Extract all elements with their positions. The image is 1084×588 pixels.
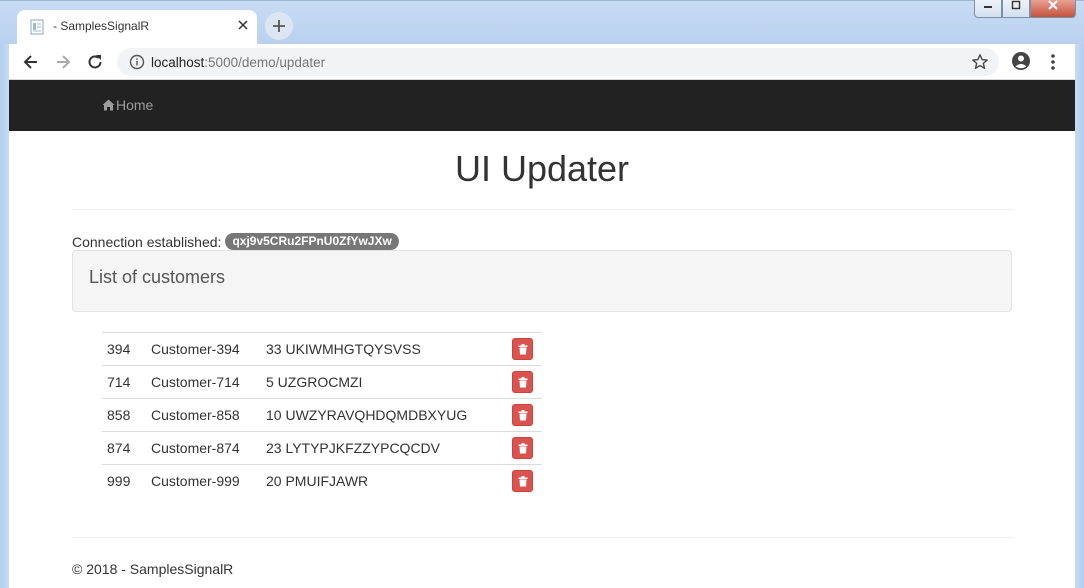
- back-arrow-icon[interactable]: [21, 52, 41, 72]
- home-icon: [102, 99, 115, 111]
- kebab-menu-icon[interactable]: [1045, 52, 1061, 72]
- customer-name: Customer-858: [146, 398, 261, 432]
- browser-tab[interactable]: - SamplesSignalR: [17, 10, 257, 44]
- connection-label: Connection established:: [72, 233, 222, 250]
- maximize-button[interactable]: [1002, 0, 1030, 18]
- star-icon[interactable]: [971, 53, 989, 71]
- page-title: UI Updater: [454, 148, 630, 189]
- customer-detail: 20 PMUIFJAWR: [261, 464, 502, 498]
- window-close-button[interactable]: [1030, 0, 1076, 18]
- delete-button[interactable]: [511, 436, 533, 459]
- nav-home-link[interactable]: Home: [102, 97, 153, 113]
- customer-detail: 5 UZGROCMZI: [261, 365, 502, 399]
- list-heading: List of customers: [89, 267, 226, 287]
- customer-name: Customer-999: [146, 464, 261, 498]
- new-tab-button[interactable]: [265, 12, 293, 40]
- delete-cell: [502, 464, 542, 498]
- maximize-icon: [1011, 0, 1021, 10]
- delete-button[interactable]: [511, 337, 533, 360]
- customer-id: 714: [102, 365, 146, 399]
- delete-cell: [502, 398, 542, 432]
- footer-divider: [72, 537, 1012, 538]
- customer-name: Customer-714: [146, 365, 261, 399]
- table-row: 874 Customer-874 23 LYTYPJKFZZYPCQCDV: [102, 431, 542, 465]
- table-row: 999 Customer-999 20 PMUIFJAWR: [102, 464, 542, 498]
- customer-detail: 10 UWZYRAVQHDQMDBXYUG: [261, 398, 502, 432]
- divider: [72, 209, 1012, 210]
- delete-button[interactable]: [511, 370, 533, 393]
- table-row: 394 Customer-394 33 UKIWMHGTQYSVSS: [102, 332, 542, 366]
- url-host: localhost: [151, 55, 205, 70]
- window-controls: [974, 0, 1076, 18]
- customer-id: 394: [102, 332, 146, 366]
- reload-icon[interactable]: [85, 52, 105, 72]
- trash-icon: [518, 376, 527, 387]
- table-row: 858 Customer-858 10 UWZYRAVQHDQMDBXYUG: [102, 398, 542, 432]
- trash-icon: [518, 343, 527, 354]
- window-frame-left: [0, 44, 9, 588]
- url-text[interactable]: localhost:5000/demo/updater: [151, 55, 325, 70]
- url-path: :5000/demo/updater: [204, 55, 326, 70]
- customers-table: 394 Customer-394 33 UKIWMHGTQYSVSS 714 Custo…: [102, 332, 542, 498]
- connection-status: Connection established: qxj9v5CRu2FPnU0Z…: [72, 233, 399, 250]
- delete-button[interactable]: [511, 469, 533, 492]
- minimize-button[interactable]: [974, 0, 1002, 18]
- customer-detail: 33 UKIWMHGTQYSVSS: [261, 332, 502, 366]
- trash-icon: [518, 475, 527, 487]
- nav-home-label: Home: [116, 97, 154, 113]
- tab-close-button[interactable]: [234, 17, 252, 35]
- customer-detail: 23 LYTYPJKFZZYPCQCDV: [261, 431, 502, 465]
- delete-cell: [502, 365, 542, 399]
- trash-icon: [518, 442, 527, 453]
- site-navbar: Home: [9, 80, 1075, 131]
- delete-cell: [502, 431, 542, 465]
- trash-icon: [518, 409, 527, 420]
- customer-name: Customer-874: [146, 431, 261, 465]
- window-frame-right: [1075, 44, 1084, 588]
- browser-toolbar: localhost:5000/demo/updater: [9, 44, 1075, 80]
- customer-name: Customer-394: [146, 332, 261, 366]
- customer-id: 999: [102, 464, 146, 498]
- delete-cell: [502, 332, 542, 366]
- info-icon[interactable]: [129, 54, 145, 70]
- customer-id: 874: [102, 431, 146, 465]
- page-viewport: Home UI Updater Connection established: …: [9, 80, 1075, 588]
- address-bar[interactable]: localhost:5000/demo/updater: [117, 48, 999, 76]
- profile-icon[interactable]: [1011, 51, 1031, 71]
- customers-panel: List of customers: [72, 250, 1012, 312]
- window-close-icon: [1048, 0, 1058, 10]
- connection-id-badge: qxj9v5CRu2FPnU0ZfYwJXw: [225, 233, 399, 250]
- customer-id: 858: [102, 398, 146, 432]
- page-icon: [30, 19, 44, 35]
- footer-text: © 2018 - SamplesSignalR: [72, 561, 234, 577]
- close-icon: [238, 20, 248, 30]
- minimize-icon: [984, 6, 992, 8]
- forward-arrow-icon[interactable]: [53, 52, 73, 72]
- tab-title: - SamplesSignalR: [53, 19, 150, 33]
- plus-icon: [273, 20, 285, 32]
- delete-button[interactable]: [511, 403, 533, 426]
- table-row: 714 Customer-714 5 UZGROCMZI: [102, 365, 542, 399]
